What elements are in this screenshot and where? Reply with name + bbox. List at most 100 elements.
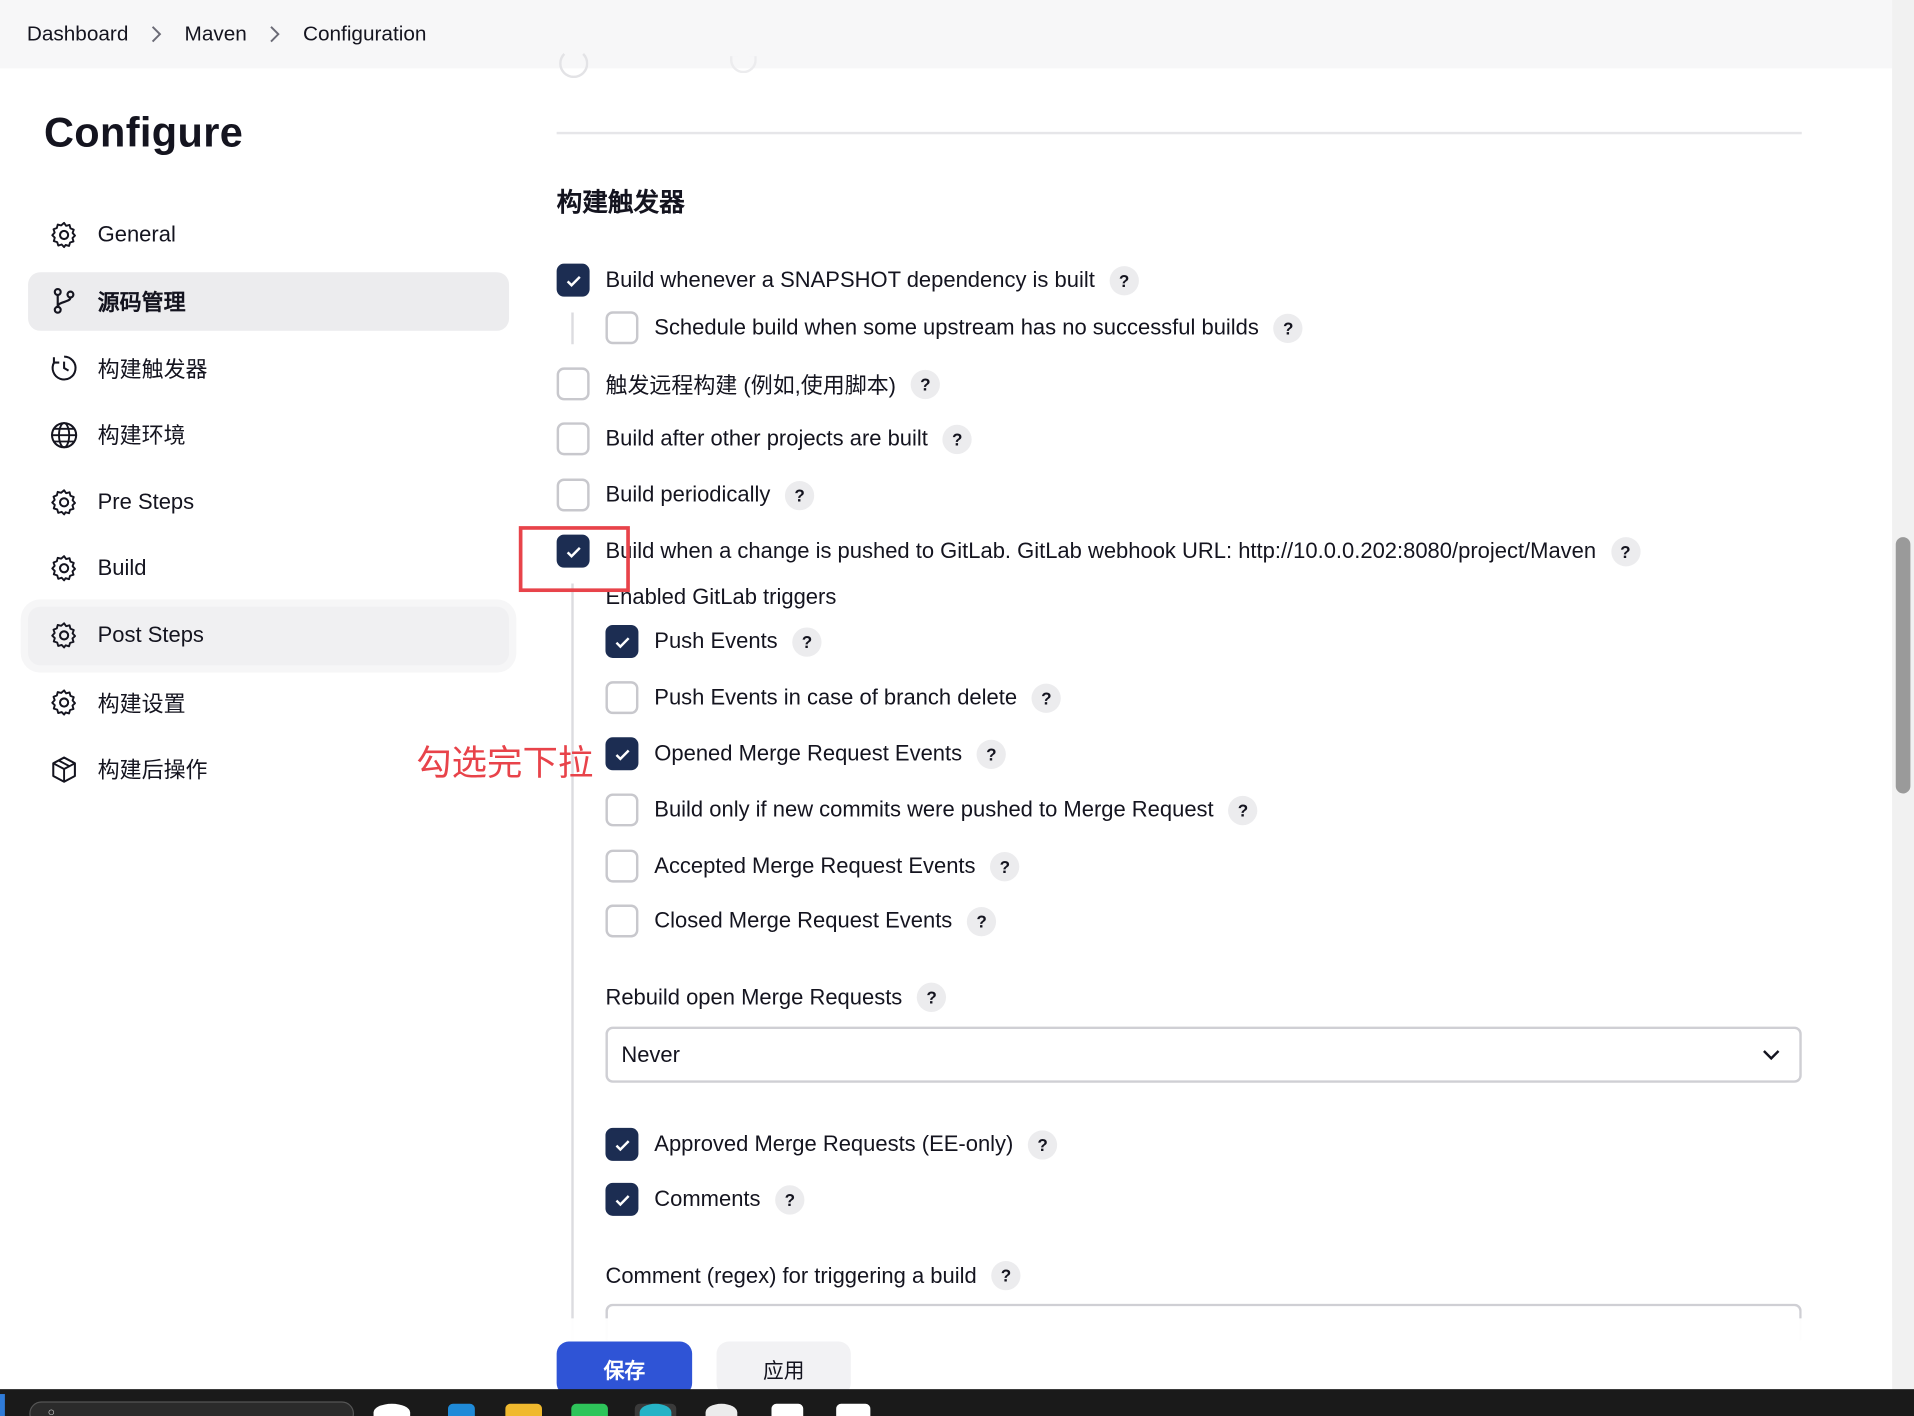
clock-icon [48, 352, 80, 384]
help-icon[interactable]: ? [1610, 536, 1641, 566]
breadcrumb-configuration[interactable]: Configuration [303, 22, 426, 46]
checkbox-checked[interactable] [605, 1127, 639, 1161]
breadcrumb-maven[interactable]: Maven [185, 22, 247, 46]
help-icon[interactable]: ? [990, 851, 1020, 881]
gitlab-triggers-heading: Enabled GitLab triggers [605, 584, 837, 610]
checkbox-checked[interactable] [605, 1182, 639, 1216]
gitlab-opened-mr-option[interactable]: Opened Merge Request Events ? [605, 737, 1007, 771]
rebuild-open-mr-select[interactable]: Never [605, 1026, 1802, 1083]
sidebar-item-label: 构建后操作 [97, 758, 208, 783]
nested-indent-line [571, 583, 574, 1341]
gitlab-push-branch-delete-label: Push Events in case of branch delete [654, 684, 1018, 710]
cube-icon [48, 754, 80, 786]
help-icon[interactable]: ? [775, 1184, 805, 1214]
help-icon[interactable]: ? [1273, 313, 1303, 343]
help-icon[interactable]: ? [916, 982, 947, 1012]
sidebar-item-label: 构建环境 [97, 424, 186, 449]
trigger-schedule-upstream-label: Schedule build when some upstream has no… [654, 314, 1259, 340]
gitlab-push-events-option[interactable]: Push Events ? [605, 624, 822, 658]
check-icon [566, 275, 581, 287]
sidebar-nav: General 源码管理 构建触发器 构建环境 Pre Steps Build … [28, 205, 510, 807]
taskbar-app-icon[interactable] [836, 1403, 871, 1416]
chevron-down-icon [1763, 1050, 1780, 1061]
trigger-gitlab-option[interactable]: Build when a change is pushed to GitLab.… [556, 534, 1641, 568]
taskbar-app-icon[interactable] [447, 1403, 475, 1416]
checkbox-checked[interactable] [605, 624, 639, 658]
help-icon[interactable]: ? [976, 739, 1007, 769]
sidebar-item-label: 源码管理 [97, 290, 186, 315]
taskbar-edge [0, 1394, 5, 1416]
help-icon[interactable]: ? [785, 480, 815, 510]
section-title: 构建触发器 [556, 189, 685, 218]
sidebar-item-scm[interactable]: 源码管理 [28, 271, 510, 331]
trigger-after-other-label: Build after other projects are built [605, 426, 928, 451]
gitlab-push-events-label: Push Events [654, 628, 778, 654]
chevron-right-icon [269, 26, 281, 43]
chevron-right-icon [150, 26, 162, 43]
comment-regex-text: Comment (regex) for triggering a build [605, 1262, 977, 1288]
checkbox[interactable] [605, 681, 639, 715]
help-icon[interactable]: ? [966, 906, 997, 936]
section-divider [556, 131, 1802, 135]
taskbar-app-icon[interactable] [373, 1403, 411, 1416]
checkbox[interactable] [605, 904, 639, 938]
taskbar-app-icon[interactable] [705, 1403, 738, 1416]
checkbox[interactable] [556, 367, 590, 401]
scrollbar-thumb[interactable] [1895, 537, 1911, 794]
annotation-text: 勾选完下拉 [416, 744, 594, 784]
sidebar-item-build-settings[interactable]: 构建设置 [28, 673, 509, 732]
sidebar-item-build-triggers[interactable]: 构建触发器 [28, 339, 509, 398]
trigger-periodically-label: Build periodically [605, 482, 771, 507]
taskbar-search[interactable]: ○ [29, 1401, 355, 1416]
gear-icon [48, 219, 80, 251]
configure-page: Dashboard Maven Configuration Configure … [0, 0, 1914, 1416]
sidebar-item-pre-steps[interactable]: Pre Steps [28, 473, 509, 532]
taskbar-app-icon[interactable] [639, 1403, 672, 1416]
gitlab-closed-mr-label: Closed Merge Request Events [654, 908, 953, 933]
help-icon[interactable]: ? [1028, 1129, 1058, 1160]
checkbox-checked[interactable] [556, 263, 590, 297]
sidebar-item-general[interactable]: General [28, 205, 509, 264]
checkbox[interactable] [605, 311, 639, 345]
gitlab-comments-option[interactable]: Comments ? [605, 1182, 805, 1216]
sidebar-item-post-steps[interactable]: Post Steps [28, 606, 510, 666]
trigger-gitlab-label: Build when a change is pushed to GitLab.… [605, 538, 1597, 563]
gitlab-accepted-mr-option[interactable]: Accepted Merge Request Events ? [605, 849, 1020, 883]
taskbar-app-icon[interactable] [771, 1403, 804, 1416]
checkbox[interactable] [556, 478, 590, 512]
search-icon: ○ [47, 1406, 55, 1416]
checkbox[interactable] [605, 793, 639, 827]
sidebar-item-build-env[interactable]: 构建环境 [28, 406, 509, 465]
trigger-snapshot-option[interactable]: Build whenever a SNAPSHOT dependency is … [556, 263, 1139, 297]
gitlab-closed-mr-option[interactable]: Closed Merge Request Events ? [605, 904, 997, 938]
help-icon[interactable]: ? [792, 626, 822, 657]
sidebar-item-build[interactable]: Build [28, 540, 509, 599]
checkbox-checked[interactable] [605, 737, 639, 771]
gitlab-opened-mr-label: Opened Merge Request Events [654, 740, 963, 766]
gitlab-new-commits-mr-label: Build only if new commits were pushed to… [654, 797, 1214, 822]
globe-icon [48, 419, 80, 451]
save-button[interactable]: 保存 [556, 1341, 693, 1396]
folder-icon[interactable] [505, 1403, 542, 1416]
checkbox[interactable] [605, 849, 639, 883]
gitlab-approved-mr-option[interactable]: Approved Merge Requests (EE-only) ? [605, 1127, 1058, 1161]
trigger-periodically-option[interactable]: Build periodically ? [556, 478, 815, 512]
breadcrumb: Dashboard Maven Configuration [0, 0, 1893, 69]
help-icon[interactable]: ? [910, 369, 940, 399]
taskbar-app-icon[interactable] [571, 1403, 608, 1416]
radio-icon [729, 56, 757, 74]
checkbox[interactable] [556, 422, 590, 456]
help-icon[interactable]: ? [991, 1260, 1021, 1291]
help-icon[interactable]: ? [1228, 795, 1258, 825]
apply-button[interactable]: 应用 [716, 1341, 851, 1396]
gear-icon [48, 687, 80, 719]
trigger-schedule-upstream-option[interactable]: Schedule build when some upstream has no… [605, 311, 1303, 345]
trigger-after-other-option[interactable]: Build after other projects are built ? [556, 422, 972, 456]
help-icon[interactable]: ? [1031, 682, 1062, 713]
help-icon[interactable]: ? [942, 424, 972, 454]
gitlab-push-branch-delete-option[interactable]: Push Events in case of branch delete ? [605, 681, 1062, 715]
gitlab-new-commits-mr-option[interactable]: Build only if new commits were pushed to… [605, 793, 1258, 827]
trigger-remote-option[interactable]: 触发远程构建 (例如,使用脚本) ? [556, 367, 940, 401]
breadcrumb-dashboard[interactable]: Dashboard [27, 22, 129, 46]
help-icon[interactable]: ? [1109, 265, 1139, 295]
